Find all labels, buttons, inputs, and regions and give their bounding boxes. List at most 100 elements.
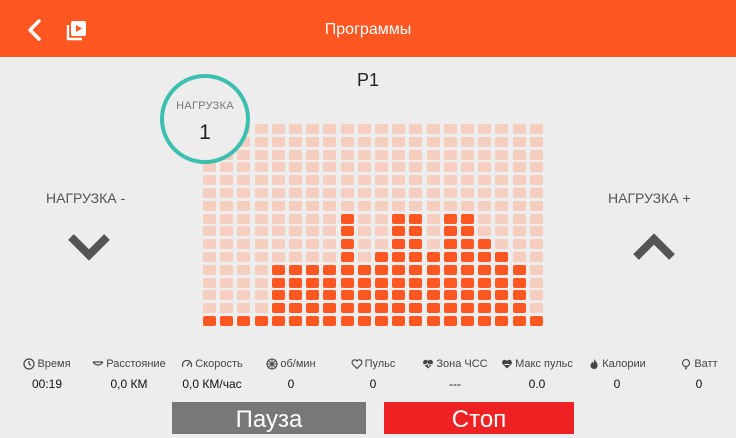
profile-cell <box>357 200 371 211</box>
profile-cell <box>237 303 251 314</box>
profile-cell <box>203 290 216 301</box>
profile-cell <box>426 226 440 237</box>
profile-cell <box>409 136 423 147</box>
profile-cell <box>426 149 440 160</box>
profile-cell <box>220 175 234 186</box>
clock-icon <box>23 358 36 370</box>
profile-cell <box>426 213 440 224</box>
profile-cell-active <box>289 316 302 326</box>
stop-button[interactable]: Стоп <box>384 402 574 434</box>
profile-cell-active <box>409 252 423 262</box>
chevron-up-icon <box>633 233 675 260</box>
profile-cell-active <box>306 277 320 288</box>
profile-cell <box>443 162 457 173</box>
profile-cell <box>203 252 216 262</box>
profile-cell <box>392 136 406 147</box>
profile-cell <box>529 162 543 173</box>
profile-cell <box>203 200 216 211</box>
profile-cell <box>512 175 526 186</box>
profile-cell-active <box>478 316 492 326</box>
profile-cell <box>306 175 320 186</box>
profile-cell <box>357 226 371 237</box>
profile-cell-active <box>443 316 457 326</box>
profile-cell <box>306 136 320 147</box>
heart-zone-icon <box>422 358 434 370</box>
profile-cell <box>529 303 543 314</box>
load-decrease-button[interactable] <box>66 230 112 269</box>
profile-cell <box>529 264 543 275</box>
profile-cell-active <box>426 252 440 262</box>
profile-cell-active <box>306 303 320 314</box>
stat-label: Скорость <box>195 358 243 370</box>
profile-cell-active <box>426 264 440 275</box>
profile-cell <box>323 200 337 211</box>
profile-cell <box>289 175 302 186</box>
profile-cell <box>426 239 440 250</box>
profile-cell <box>495 213 509 224</box>
stat-label: Время <box>37 358 71 370</box>
profile-cell <box>495 239 509 250</box>
profile-cell <box>220 213 234 224</box>
profile-cell-active <box>340 277 354 288</box>
profile-cell-active <box>495 290 509 301</box>
profile-cell <box>426 136 440 147</box>
profile-cell-active <box>340 226 354 237</box>
back-button[interactable] <box>18 13 52 47</box>
profile-cell-active <box>529 316 543 326</box>
profile-cell <box>357 188 371 198</box>
profile-cell <box>512 213 526 224</box>
load-indicator: НАГРУЗКА 1 <box>160 74 250 164</box>
profile-cell <box>375 188 388 198</box>
profile-cell <box>237 290 251 301</box>
profile-cell <box>478 213 492 224</box>
profile-cell <box>340 162 354 173</box>
profile-cell-active <box>392 252 406 262</box>
profile-cell <box>220 188 234 198</box>
profile-cell <box>392 175 406 186</box>
stat-value: 0 <box>369 377 377 391</box>
profile-cell-active <box>306 316 320 326</box>
profile-cell <box>426 162 440 173</box>
profile-cell <box>203 175 216 186</box>
profile-cell <box>323 136 337 147</box>
video-library-icon <box>66 21 86 41</box>
distance-icon <box>92 358 104 370</box>
profile-cell-active <box>357 264 371 275</box>
profile-cell <box>495 149 509 160</box>
profile-cell <box>254 149 268 160</box>
stat-value: 0 <box>613 377 621 391</box>
profile-cell <box>271 213 285 224</box>
profile-cell-active <box>495 264 509 275</box>
profile-cell-active <box>461 277 474 288</box>
profile-cell-active <box>289 264 302 275</box>
stat-watts: Ватт 0 <box>654 358 736 391</box>
profile-cell <box>375 162 388 173</box>
profile-cell <box>289 188 302 198</box>
profile-cell <box>512 136 526 147</box>
profile-cell <box>512 239 526 250</box>
profile-cell <box>323 239 337 250</box>
profile-cell <box>289 239 302 250</box>
profile-cell-active <box>375 303 388 314</box>
profile-cell <box>495 175 509 186</box>
profile-cell <box>392 188 406 198</box>
profile-cell <box>237 200 251 211</box>
stat-label: об/мин <box>280 358 316 370</box>
video-library-button[interactable] <box>60 13 94 47</box>
pause-button[interactable]: Пауза <box>172 402 366 434</box>
profile-cell <box>254 290 268 301</box>
profile-cell <box>323 188 337 198</box>
profile-cell <box>220 226 234 237</box>
profile-cell-active <box>375 277 388 288</box>
load-increase-button[interactable] <box>631 230 677 269</box>
profile-cell <box>323 226 337 237</box>
top-bar: Программы <box>0 0 736 57</box>
profile-cell <box>529 200 543 211</box>
profile-cell <box>237 252 251 262</box>
profile-cell-active <box>461 226 474 237</box>
stat-value: --- <box>449 377 461 391</box>
profile-cell <box>478 149 492 160</box>
profile-cell <box>203 303 216 314</box>
profile-cell-active <box>271 290 285 301</box>
profile-cell-active <box>357 277 371 288</box>
